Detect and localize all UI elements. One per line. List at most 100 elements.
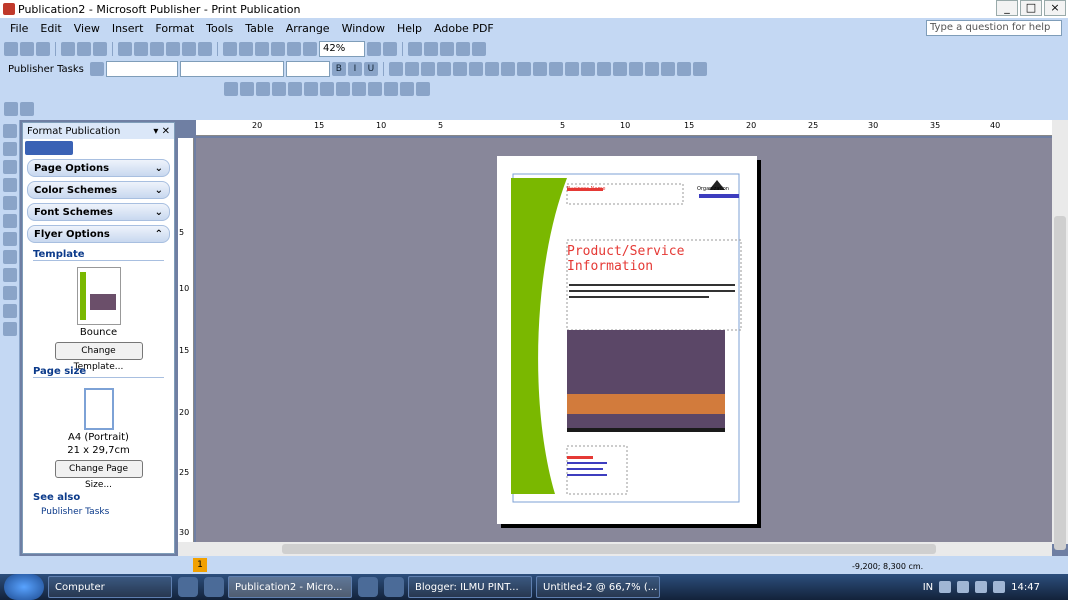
print-icon[interactable] (61, 42, 75, 56)
format-picture-icon[interactable] (384, 82, 398, 96)
close-button[interactable]: × (1044, 0, 1066, 16)
section-flyer-options[interactable]: Flyer Options ⌃ (27, 225, 170, 243)
set-transparent-icon[interactable] (400, 82, 414, 96)
align-icon[interactable] (472, 42, 486, 56)
menu-edit[interactable]: Edit (34, 22, 67, 35)
line-color-icon[interactable] (596, 62, 611, 76)
tray-icon[interactable] (939, 581, 952, 593)
zoom-combo[interactable]: 42% (319, 41, 365, 57)
publisher-task-2-icon[interactable] (20, 102, 34, 116)
text-box-icon[interactable] (3, 142, 17, 156)
zoom-in-icon[interactable] (271, 42, 285, 56)
menu-window[interactable]: Window (336, 22, 391, 35)
bring-to-front-icon[interactable] (223, 42, 237, 56)
redo-icon[interactable] (198, 42, 212, 56)
change-template-button[interactable]: Change Template... (54, 342, 143, 372)
group-icon[interactable] (440, 42, 454, 56)
send-to-back-icon[interactable] (239, 42, 253, 56)
clock[interactable]: 14:47 (1011, 582, 1040, 593)
more-brightness-icon[interactable] (288, 82, 302, 96)
autoshapes-icon[interactable] (3, 286, 17, 300)
insert-picture-icon[interactable] (224, 82, 238, 96)
task-publisher[interactable]: Publication2 - Micro... (228, 576, 352, 598)
bold-icon[interactable]: B (331, 62, 346, 76)
less-brightness-icon[interactable] (304, 82, 318, 96)
chrome-icon[interactable] (178, 577, 198, 597)
page-navigator[interactable]: 1 (193, 558, 207, 572)
app-icon[interactable] (384, 577, 404, 597)
menu-format[interactable]: Format (149, 22, 200, 35)
help-icon[interactable] (408, 42, 422, 56)
ungroup-icon[interactable] (456, 42, 470, 56)
menu-arrange[interactable]: Arrange (280, 22, 336, 35)
horizontal-scroll-thumb[interactable] (282, 544, 936, 554)
business-name[interactable]: Business Name (567, 186, 605, 192)
line-style-icon[interactable] (628, 62, 643, 76)
print-preview-icon[interactable] (77, 42, 91, 56)
minimize-button[interactable]: _ (996, 0, 1018, 16)
change-page-size-button[interactable]: Change Page Size... (54, 460, 143, 490)
select-objects-icon[interactable] (3, 124, 17, 138)
menu-file[interactable]: File (4, 22, 34, 35)
underline-icon[interactable]: U (363, 62, 378, 76)
task-pane-nav-buttons[interactable] (25, 141, 73, 155)
increase-font-icon[interactable] (564, 62, 579, 76)
language-indicator[interactable]: IN (923, 582, 933, 593)
rectangle-icon[interactable] (3, 268, 17, 282)
line-spacing-icon[interactable] (468, 62, 483, 76)
new-icon[interactable] (4, 42, 18, 56)
style-combo[interactable] (105, 61, 178, 77)
increase-indent-icon[interactable] (532, 62, 547, 76)
publisher-task-icon[interactable] (4, 102, 18, 116)
publisher-tasks-link[interactable]: Publisher Tasks (41, 507, 156, 517)
align-center-icon[interactable] (404, 62, 419, 76)
menu-help[interactable]: Help (391, 22, 428, 35)
rotate-icon[interactable] (336, 82, 350, 96)
more-contrast-icon[interactable] (256, 82, 270, 96)
insert-table-icon[interactable] (3, 160, 17, 174)
line-style-picture-icon[interactable] (352, 82, 366, 96)
text-wrap-icon[interactable] (368, 82, 382, 96)
section-color-schemes[interactable]: Color Schemes ⌄ (27, 181, 170, 199)
menu-table[interactable]: Table (239, 22, 279, 35)
zoom-in-button-icon[interactable] (383, 42, 397, 56)
firefox-icon[interactable] (204, 577, 224, 597)
line-icon[interactable] (3, 214, 17, 228)
decrease-indent-icon[interactable] (516, 62, 531, 76)
copy-icon[interactable] (134, 42, 148, 56)
task-photoshop[interactable]: Untitled-2 @ 66,7% (... (536, 576, 660, 598)
maximize-button[interactable]: □ (1020, 0, 1042, 16)
template-thumbnail[interactable] (76, 267, 121, 325)
align-right-icon[interactable] (420, 62, 435, 76)
numbering-icon[interactable] (484, 62, 499, 76)
color-picture-icon[interactable] (240, 82, 254, 96)
help-search-input[interactable]: Type a question for help (926, 20, 1062, 36)
undo-icon[interactable] (182, 42, 196, 56)
publisher-tasks-button[interactable]: Publisher Tasks (4, 64, 88, 75)
flyer-page[interactable]: Product/Service Information Business Nam… (497, 156, 757, 524)
styles-icon[interactable] (89, 62, 104, 76)
crop-icon[interactable] (320, 82, 334, 96)
font-combo[interactable] (179, 61, 284, 77)
zoom-out-button-icon[interactable] (367, 42, 381, 56)
fill-color-icon[interactable] (580, 62, 595, 76)
dash-style-icon[interactable] (644, 62, 659, 76)
open-icon[interactable] (20, 42, 34, 56)
spelling-icon[interactable] (93, 42, 107, 56)
zoom-out-icon[interactable] (255, 42, 269, 56)
columns-icon[interactable] (287, 42, 301, 56)
justify-icon[interactable] (436, 62, 451, 76)
reset-picture-icon[interactable] (416, 82, 430, 96)
section-font-schemes[interactable]: Font Schemes ⌄ (27, 203, 170, 221)
task-blogger[interactable]: Blogger: ILMU PINT... (408, 576, 532, 598)
font-color-icon[interactable] (612, 62, 627, 76)
word-icon[interactable] (358, 577, 378, 597)
task-computer[interactable]: Computer (48, 576, 172, 598)
menu-tools[interactable]: Tools (200, 22, 239, 35)
vertical-ruler[interactable]: 5 10 15 20 25 30 (178, 138, 194, 542)
start-button[interactable] (4, 574, 44, 600)
volume-icon[interactable] (993, 581, 1006, 593)
bullets-icon[interactable] (500, 62, 515, 76)
design-gallery-icon[interactable] (3, 322, 17, 336)
arrow-style-icon[interactable] (660, 62, 675, 76)
